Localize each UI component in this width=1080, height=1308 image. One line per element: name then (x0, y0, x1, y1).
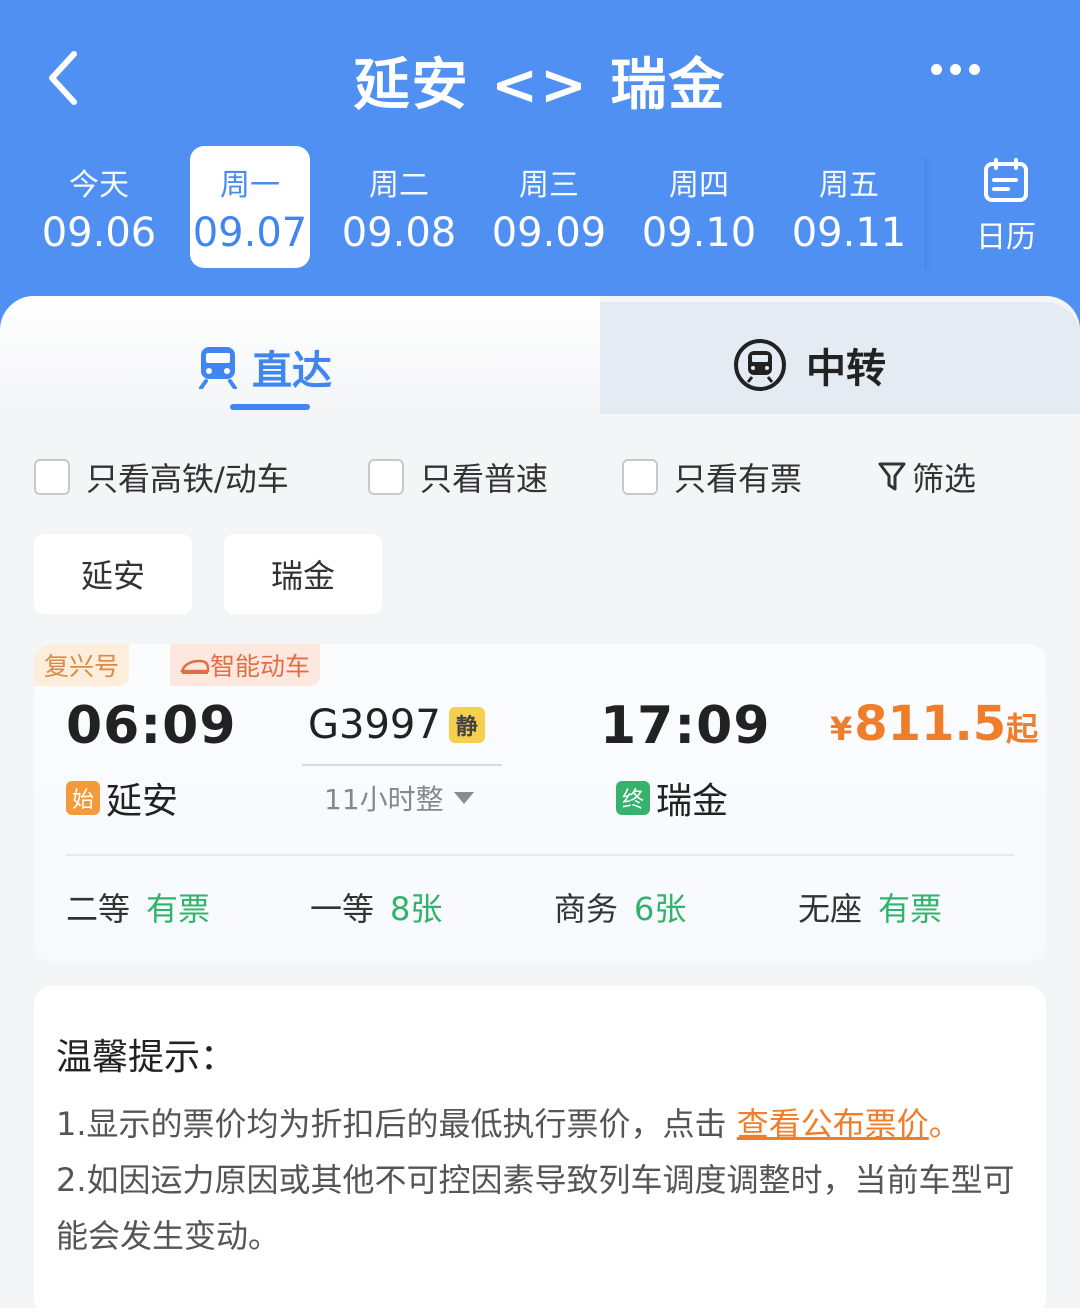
calendar-icon (984, 158, 1028, 202)
filter-label: 只看高铁/动车 (86, 460, 289, 498)
notice-title: 温馨提示： (56, 1037, 237, 1078)
filter-button[interactable]: 筛选 (878, 454, 976, 500)
checkbox[interactable] (622, 459, 658, 495)
date-tab-0908[interactable]: 周二 09.08 (324, 146, 474, 268)
arrive-time: 17:09 (600, 696, 771, 756)
date-day: 09.07 (192, 210, 308, 256)
notice-body: 1.显示的票价均为折扣后的最低执行票价，点击 查看公布票价。 2.如因运力原因或… (56, 1096, 1026, 1264)
date-tab-0911[interactable]: 周五 09.11 (774, 146, 924, 268)
filter-label: 只看普速 (420, 460, 549, 498)
tag-fuxing: 复兴号 (34, 644, 130, 686)
transfer-train-icon (734, 339, 786, 391)
seat-status: 6张 (634, 890, 687, 928)
price-suffix: 起 (1006, 710, 1039, 748)
caret-down-icon (453, 792, 474, 804)
depart-station-name: 延安 (106, 781, 179, 822)
depart-station: 始 延安 (66, 772, 178, 824)
arrive-station-name: 瑞金 (656, 781, 729, 822)
tab-direct-label: 直达 (252, 348, 332, 394)
seat-class: 无座 (798, 890, 863, 928)
seat-second-class: 二等 有票 (66, 884, 210, 930)
checkbox[interactable] (368, 459, 404, 495)
page-title: 延安 <> 瑞金 (353, 53, 727, 118)
date-day: 09.10 (641, 210, 757, 256)
funnel-icon (878, 462, 906, 491)
date-tab-0909[interactable]: 周三 09.09 (474, 146, 624, 268)
date-day: 09.08 (341, 210, 457, 256)
end-badge: 终 (616, 781, 650, 815)
tab-active-indicator (230, 404, 310, 410)
bullet-train-icon (180, 659, 210, 674)
seat-first-class: 一等 8张 (310, 884, 442, 930)
route-tabs: 直达 中转 (0, 296, 1080, 414)
date-tab-0906[interactable]: 今天 09.06 (24, 146, 174, 268)
station-chip-from[interactable]: 延安 (34, 534, 192, 614)
view-published-price-link[interactable]: 查看公布票价 (737, 1105, 929, 1143)
filter-available[interactable]: 只看有票 (622, 454, 802, 500)
more-button[interactable] (931, 64, 980, 75)
price-amount: 811.5 (854, 696, 1007, 752)
seat-class: 商务 (554, 890, 619, 928)
price-currency: ¥ (830, 710, 853, 748)
header: 延安 <> 瑞金 今天 09.06 周一 09.07 周二 09.08 周三 0… (0, 0, 1080, 330)
train-card[interactable]: 复兴号 智能动车 06:09 始 延安 G3997 静 11小时整 17:09 … (34, 644, 1046, 962)
filter-high-speed[interactable]: 只看高铁/动车 (34, 454, 289, 500)
train-number-text: G3997 (308, 702, 441, 748)
date-day: 09.09 (491, 210, 607, 256)
more-dot-icon (931, 64, 942, 75)
calendar-button[interactable]: 日历 (966, 158, 1046, 256)
notice-line-1-end: 。 (928, 1105, 961, 1143)
more-dot-icon (969, 64, 980, 75)
filter-label: 只看有票 (674, 460, 803, 498)
seat-status: 有票 (878, 890, 943, 928)
date-weekday: 周五 (819, 168, 879, 203)
tag-label: 智能动车 (210, 652, 311, 681)
date-day: 09.11 (791, 210, 907, 256)
price: ¥ 811.5 起 (830, 696, 1038, 752)
date-day: 09.06 (41, 210, 157, 256)
start-badge: 始 (66, 781, 100, 815)
tab-direct[interactable]: 直达 (198, 338, 332, 396)
seat-class: 一等 (310, 890, 375, 928)
date-weekday: 周三 (519, 168, 579, 203)
seat-class: 二等 (66, 890, 131, 928)
seat-availability: 二等 有票 一等 8张 商务 6张 无座 有票 (66, 884, 1014, 934)
filter-button-label: 筛选 (912, 460, 977, 498)
notice-line-2: 2.如因运力原因或其他不可控因素导致列车调度调整时，当前车型可能会发生变动。 (56, 1161, 1015, 1255)
duration[interactable]: 11小时整 (324, 778, 474, 818)
arrive-station: 终 瑞金 (616, 772, 728, 824)
train-icon (199, 347, 237, 389)
tag-smart-emu: 智能动车 (170, 644, 321, 686)
tab-transfer[interactable]: 中转 (732, 336, 886, 394)
date-tab-0910[interactable]: 周四 09.10 (624, 146, 774, 268)
seat-status: 8张 (390, 890, 443, 928)
date-weekday: 周二 (369, 168, 429, 203)
seat-no-seat: 无座 有票 (798, 884, 942, 930)
notice-card: 温馨提示： 1.显示的票价均为折扣后的最低执行票价，点击 查看公布票价。 2.如… (34, 986, 1046, 1308)
depart-time: 06:09 (66, 696, 237, 756)
content-sheet: 直达 中转 只看高铁/动车 只看普速 只看有票 筛选 延安 瑞金 复兴号 智能动… (0, 296, 1080, 1308)
train-number: G3997 静 (308, 702, 485, 748)
filter-normal-speed[interactable]: 只看普速 (368, 454, 548, 500)
card-divider (66, 854, 1014, 856)
date-tab-0907[interactable]: 周一 09.07 (190, 146, 310, 268)
seat-status: 有票 (146, 890, 211, 928)
notice-line-1: 1.显示的票价均为折扣后的最低执行票价，点击 查看公布票价。 (56, 1096, 1026, 1152)
duration-line (302, 764, 502, 766)
date-weekday: 今天 (69, 168, 129, 203)
date-selector: 今天 09.06 周一 09.07 周二 09.08 周三 09.09 周四 0… (24, 146, 924, 268)
tab-transfer-label: 中转 (806, 346, 886, 392)
checkbox[interactable] (34, 459, 70, 495)
duration-text: 11小时整 (324, 783, 444, 816)
calendar-label: 日历 (976, 220, 1036, 255)
station-chip-to[interactable]: 瑞金 (224, 534, 382, 614)
date-weekday: 周四 (669, 168, 729, 203)
more-dot-icon (950, 64, 961, 75)
quiet-badge: 静 (448, 707, 485, 743)
date-weekday: 周一 (220, 168, 280, 203)
notice-line-1-text: 1.显示的票价均为折扣后的最低执行票价，点击 (56, 1105, 737, 1143)
seat-business: 商务 6张 (554, 884, 686, 930)
filter-bar: 只看高铁/动车 只看普速 只看有票 筛选 (34, 454, 1044, 500)
date-divider (924, 158, 932, 270)
